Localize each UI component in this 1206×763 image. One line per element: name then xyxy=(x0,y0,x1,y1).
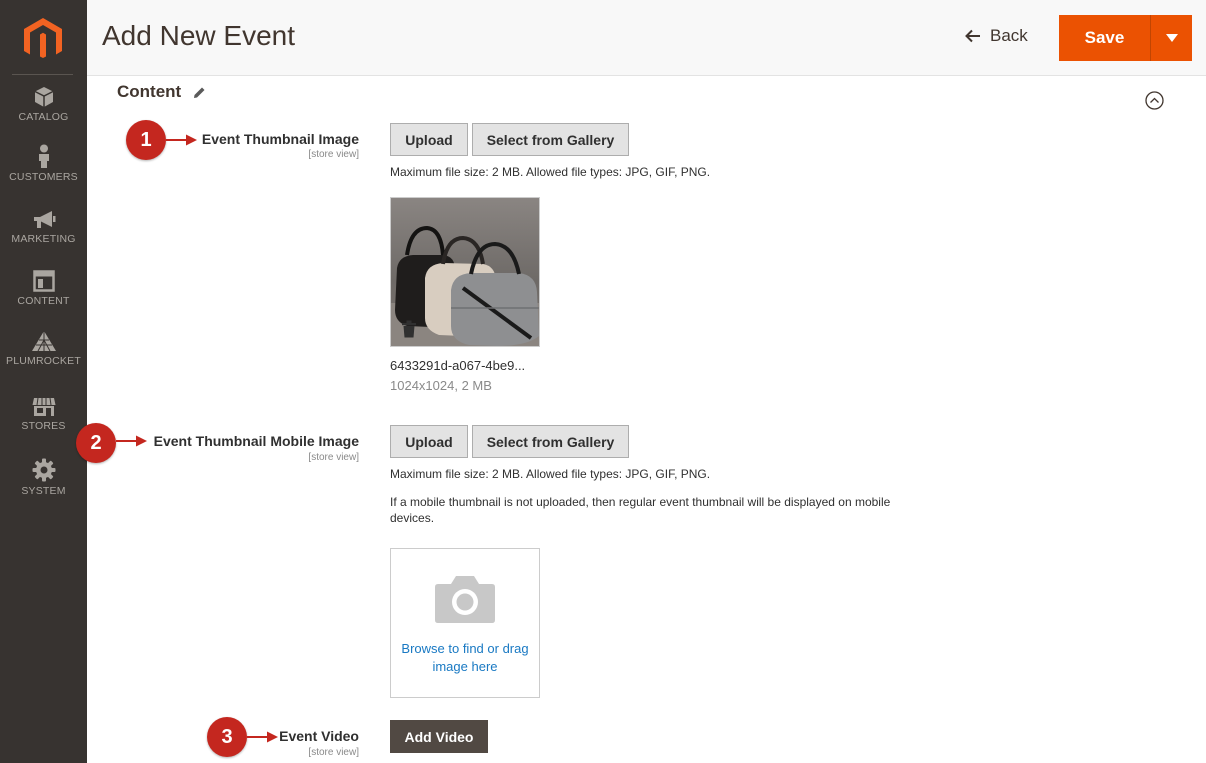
camera-icon xyxy=(435,576,495,623)
sidebar-divider xyxy=(12,74,73,75)
video-scope: [store view] xyxy=(308,747,359,758)
thumbnail-preview-image[interactable] xyxy=(390,197,540,347)
mobile-fallback-note: If a mobile thumbnail is not uploaded, t… xyxy=(390,495,891,525)
arrow-right-icon xyxy=(166,134,197,146)
mobile-gallery-button[interactable]: Select from Gallery xyxy=(472,425,629,458)
sidebar-item-plumrocket[interactable]: PLUMROCKET xyxy=(0,330,87,367)
back-button[interactable]: Back xyxy=(965,26,1028,46)
thumbnail-file-meta: 1024x1024, 2 MB xyxy=(390,378,492,393)
sidebar-item-catalog[interactable]: CATALOG xyxy=(0,86,87,123)
thumbnail-file-name: 6433291d-a067-4be9... xyxy=(390,358,526,373)
sidebar-item-marketing[interactable]: MARKETING xyxy=(0,210,87,245)
sidebar-item-stores[interactable]: STORES xyxy=(0,397,87,432)
sidebar-item-label: SYSTEM xyxy=(21,485,66,497)
page-header: Add New Event Back Save xyxy=(87,0,1206,76)
layout-icon xyxy=(32,270,55,292)
sidebar-item-content[interactable]: CONTENT xyxy=(0,270,87,307)
mobile-thumbnail-scope: [store view] xyxy=(308,452,359,463)
sidebar-item-system[interactable]: SYSTEM xyxy=(0,458,87,497)
pyramid-icon xyxy=(31,331,56,352)
mobile-file-note: Maximum file size: 2 MB. Allowed file ty… xyxy=(390,467,711,481)
sidebar-item-label: CATALOG xyxy=(18,111,69,123)
caret-down-icon xyxy=(1165,34,1178,42)
page-title: Add New Event xyxy=(102,20,295,51)
magento-logo-icon[interactable] xyxy=(24,18,62,58)
admin-sidebar: CATALOG CUSTOMERS MARKETING CONTENT PLUM… xyxy=(0,0,87,763)
section-header[interactable]: Content xyxy=(117,82,206,102)
thumbnail-file-note: Maximum file size: 2 MB. Allowed file ty… xyxy=(390,165,711,179)
callout-badge-3: 3 xyxy=(207,717,247,757)
collapse-section-icon[interactable] xyxy=(1145,91,1164,110)
person-icon xyxy=(38,144,49,168)
gear-icon xyxy=(32,458,55,482)
box-icon xyxy=(34,87,53,107)
callout-badge-2: 2 xyxy=(76,423,116,463)
sidebar-item-label: CONTENT xyxy=(17,295,70,307)
sidebar-item-label: MARKETING xyxy=(11,233,76,245)
add-video-button[interactable]: Add Video xyxy=(390,720,488,753)
callout-badge-1: 1 xyxy=(126,120,166,160)
video-label: Event Video xyxy=(279,728,359,744)
mobile-image-dropzone[interactable]: Browse to find or drag image here xyxy=(390,548,540,698)
arrow-right-icon xyxy=(247,731,278,743)
sidebar-item-label: CUSTOMERS xyxy=(9,171,78,183)
pencil-icon xyxy=(194,87,205,98)
dropzone-text: Browse to find or drag image here xyxy=(401,641,529,674)
megaphone-icon xyxy=(33,211,55,228)
sidebar-item-label: STORES xyxy=(21,420,66,432)
thumbnail-upload-button[interactable]: Upload xyxy=(390,123,468,156)
arrow-left-icon xyxy=(965,29,980,43)
mobile-thumbnail-label: Event Thumbnail Mobile Image xyxy=(153,433,359,449)
back-label: Back xyxy=(990,26,1028,45)
sidebar-item-customers[interactable]: CUSTOMERS xyxy=(0,144,87,183)
mobile-upload-button[interactable]: Upload xyxy=(390,425,468,458)
thumbnail-scope: [store view] xyxy=(308,149,359,160)
sidebar-item-label: PLUMROCKET xyxy=(6,355,81,367)
trash-icon[interactable] xyxy=(401,320,417,338)
save-options-toggle[interactable] xyxy=(1150,15,1192,61)
save-button[interactable]: Save xyxy=(1059,15,1150,61)
arrow-right-icon xyxy=(116,435,147,447)
section-title: Content xyxy=(117,82,182,101)
thumbnail-gallery-button[interactable]: Select from Gallery xyxy=(472,123,629,156)
thumbnail-label: Event Thumbnail Image xyxy=(201,131,359,147)
storefront-icon xyxy=(32,397,55,416)
